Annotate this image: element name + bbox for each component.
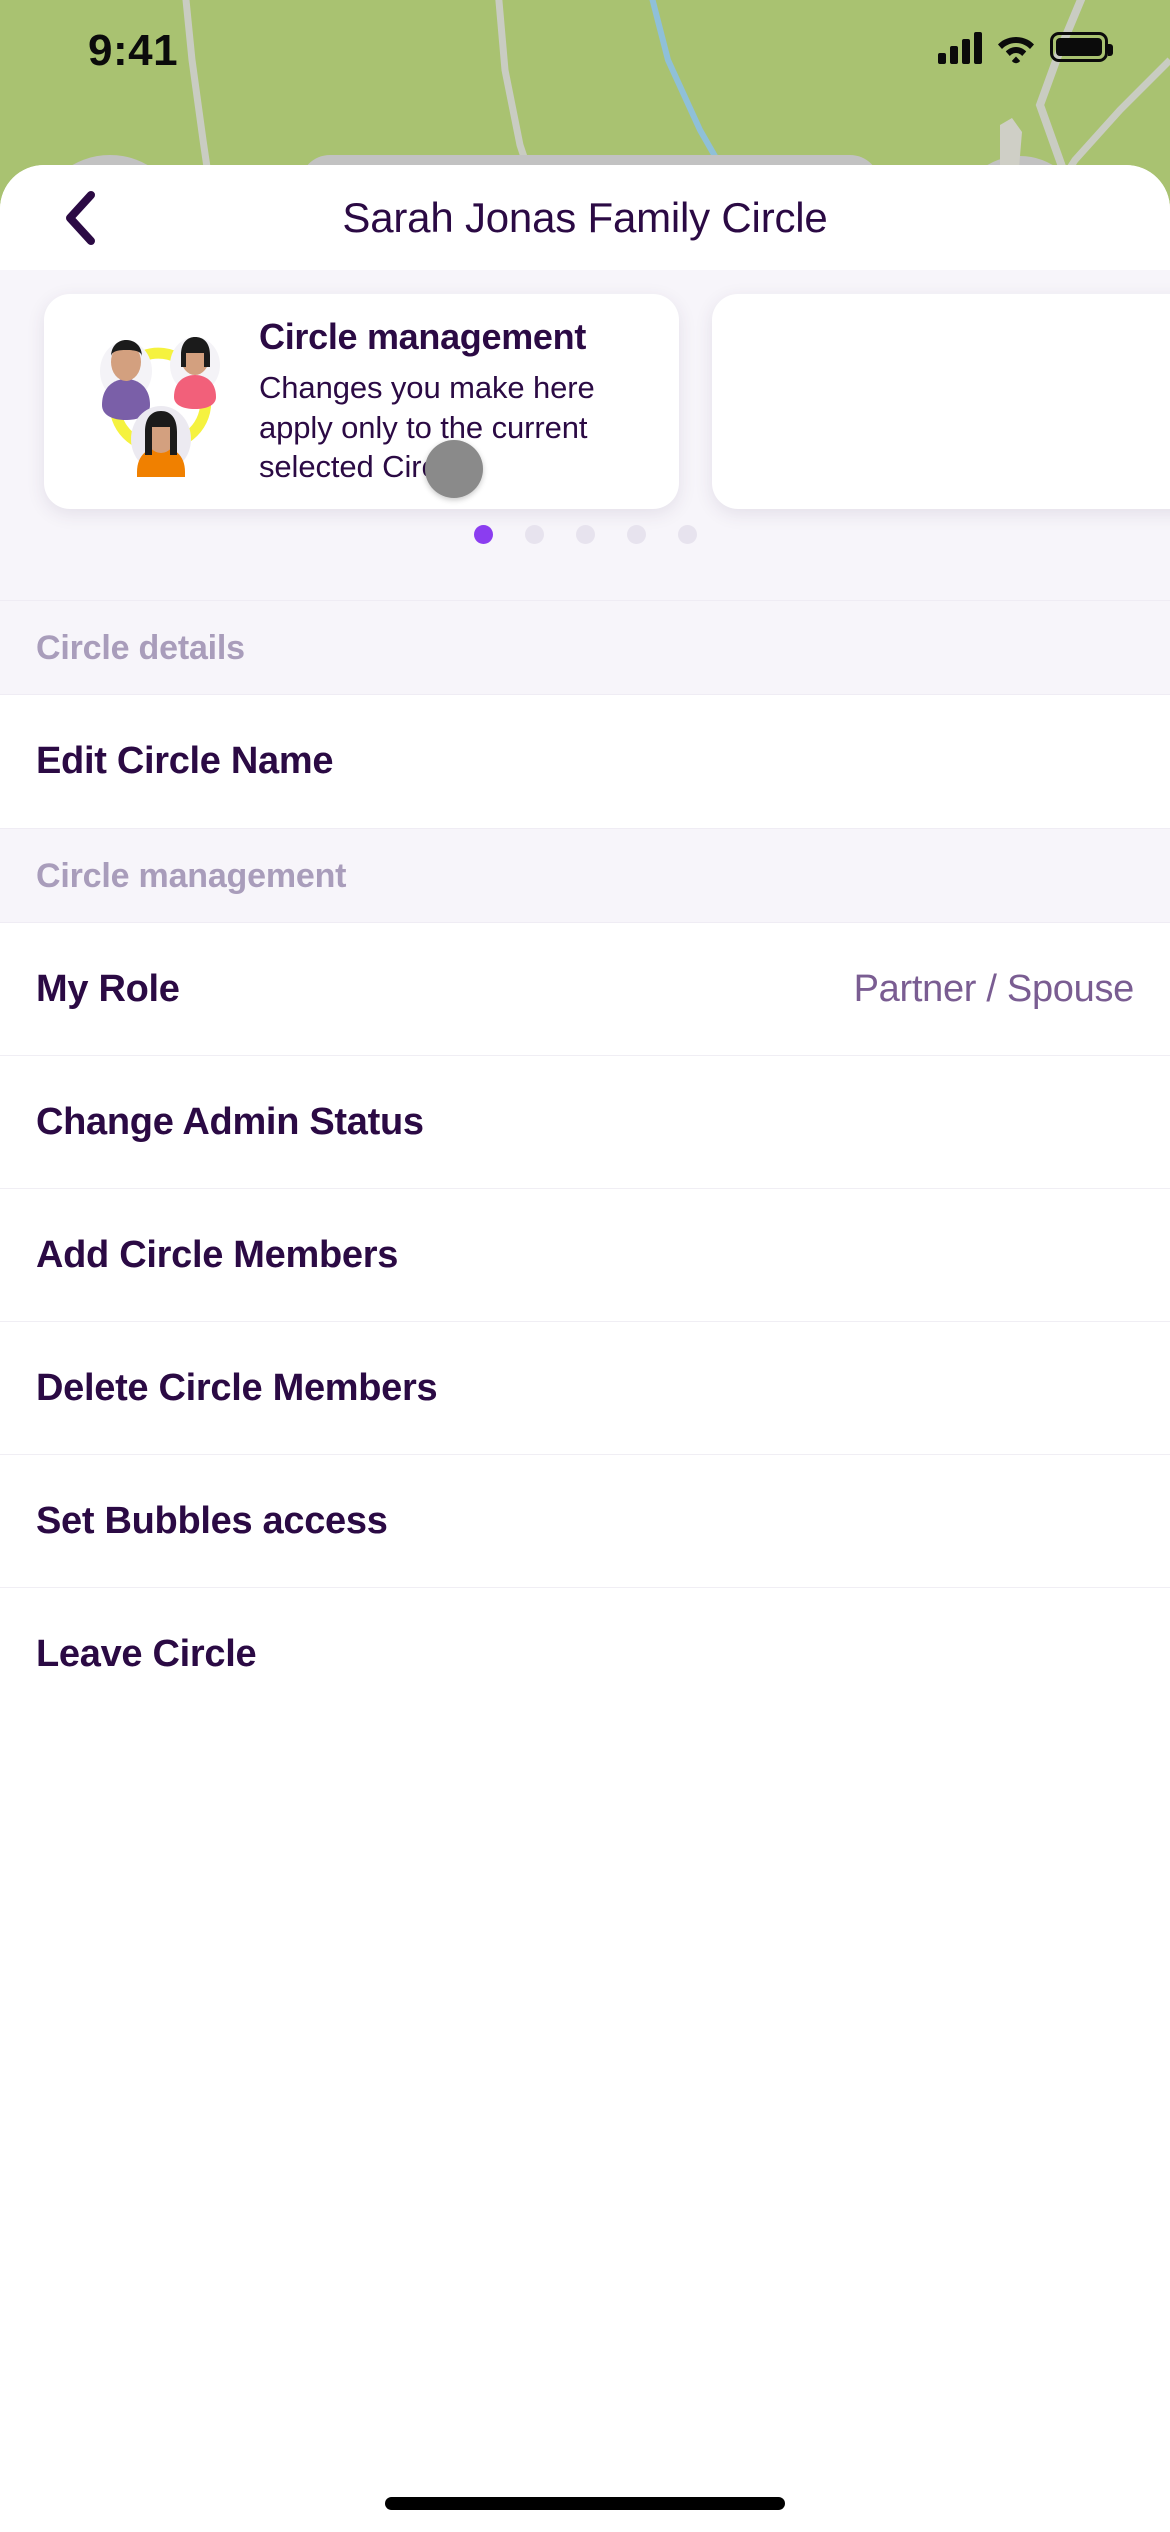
row-label: Set Bubbles access <box>36 1499 388 1542</box>
row-label: Add Circle Members <box>36 1233 399 1276</box>
pagination-dot-2[interactable] <box>524 525 544 544</box>
pagination-dot-1[interactable] <box>473 525 493 544</box>
row-add-circle-members[interactable]: Add Circle Members <box>0 1189 1170 1322</box>
info-card[interactable]: Circle management Changes you make here … <box>44 294 679 509</box>
carousel-pagination-dots[interactable] <box>0 525 1170 544</box>
cursor-pointer <box>425 440 483 498</box>
back-button[interactable] <box>34 165 126 270</box>
row-label: My Role <box>36 967 180 1010</box>
section-heading-circle-management: Circle management <box>0 828 1170 923</box>
row-delete-circle-members[interactable]: Delete Circle Members <box>0 1322 1170 1455</box>
row-my-role[interactable]: My Role Partner / Spouse <box>0 923 1170 1056</box>
signal-bars-icon <box>938 30 982 64</box>
row-edit-circle-name[interactable]: Edit Circle Name <box>0 695 1170 828</box>
settings-sheet: Sarah Jonas Family Circle Circle managem… <box>0 165 1170 2532</box>
navigation-bar: Sarah Jonas Family Circle <box>0 165 1170 270</box>
battery-full-icon <box>1050 32 1113 62</box>
chevron-left-icon <box>66 190 95 245</box>
row-label: Leave Circle <box>36 1633 257 1675</box>
pagination-dot-3[interactable] <box>575 525 595 544</box>
row-label: Edit Circle Name <box>36 740 334 782</box>
info-card-next-peek[interactable] <box>712 294 1170 509</box>
row-change-admin-status[interactable]: Change Admin Status <box>0 1056 1170 1189</box>
circle-details-rows: Edit Circle Name <box>0 695 1170 828</box>
info-card-title: Circle management <box>259 316 587 358</box>
status-bar-indicators <box>938 30 1113 64</box>
carousel-rail[interactable]: Circle management Changes you make here … <box>0 294 1170 509</box>
wifi-icon <box>998 37 1034 64</box>
info-carousel[interactable]: Circle management Changes you make here … <box>0 270 1170 600</box>
row-set-bubbles-access[interactable]: Set Bubbles access <box>0 1455 1170 1588</box>
row-label: Delete Circle Members <box>36 1366 438 1409</box>
section-heading-circle-details: Circle details <box>0 600 1170 695</box>
row-leave-circle[interactable]: Leave Circle <box>0 1588 1170 1721</box>
home-indicator-bar <box>385 2497 785 2510</box>
page-title: Sarah Jonas Family Circle <box>342 193 828 241</box>
status-bar-time: 9:41 <box>88 26 179 75</box>
row-label: Change Admin Status <box>36 1100 424 1143</box>
circle-management-rows: My Role Partner / Spouse Change Admin St… <box>0 923 1170 1721</box>
pagination-dot-4[interactable] <box>626 525 646 544</box>
three-people-circle-illustration <box>82 327 237 477</box>
status-bar: 9:41 <box>0 0 1170 110</box>
pagination-dot-5[interactable] <box>677 525 697 544</box>
row-value-my-role: Partner / Spouse <box>853 967 1135 1010</box>
